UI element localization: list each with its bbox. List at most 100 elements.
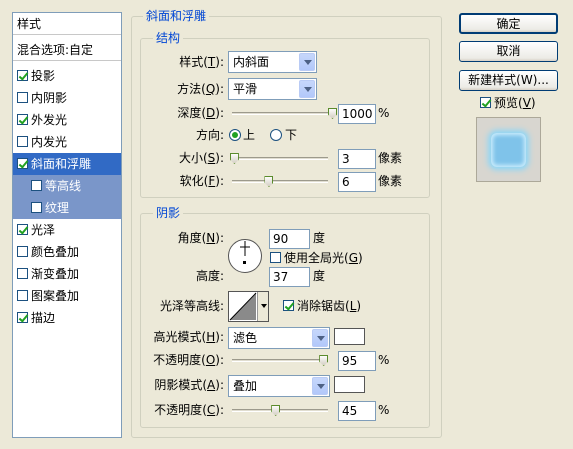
style-select[interactable]: 内斜面 [228,51,317,73]
style-list-item[interactable]: 等高线 [13,175,121,197]
technique-select[interactable]: 平滑 [228,78,317,100]
soften-slider-thumb[interactable] [264,176,274,187]
style-list-item[interactable]: 投影 [13,65,121,87]
style-list-item-label: 描边 [31,311,56,325]
global-light-checkbox[interactable]: 使用全局光(G) [270,251,363,265]
antialias-checkbox[interactable]: 消除锯齿(L) [283,299,361,313]
antialias-box[interactable] [283,300,294,311]
style-list-item[interactable]: 纹理 [13,197,121,219]
style-list-item-label: 图案叠加 [31,289,80,303]
style-checkbox[interactable] [17,268,28,279]
highlight-opacity-slider[interactable] [232,355,329,367]
style-checkbox[interactable] [17,246,28,257]
style-list-item-label: 纹理 [45,201,70,215]
style-list-item[interactable]: 描边 [13,307,121,329]
style-list-item[interactable]: 光泽 [13,219,121,241]
chevron-down-icon[interactable] [299,80,315,98]
style-list-item-label: 渐变叠加 [31,267,80,281]
blend-options-item[interactable]: 混合选项:自定 [13,39,121,61]
cancel-button[interactable]: 取消 [459,41,558,62]
gloss-contour-picker[interactable] [228,291,269,322]
structure-title: 结构 [153,31,184,45]
ok-button[interactable]: 确定 [459,13,558,34]
style-checkbox[interactable] [17,114,28,125]
highlight-mode-select[interactable]: 滤色 [228,327,330,349]
style-checkbox[interactable] [17,136,28,147]
depth-slider[interactable] [232,108,337,120]
soften-input[interactable]: 6 [338,172,376,192]
chevron-down-icon[interactable] [312,329,328,347]
depth-label: 深度(D): [177,106,224,120]
style-list-header[interactable]: 样式 [13,13,121,35]
style-checkbox[interactable] [17,224,28,235]
style-list-item[interactable]: 外发光 [13,109,121,131]
shadow-opacity-thumb[interactable] [271,405,281,416]
shadow-opacity-input[interactable]: 45 [338,401,376,421]
style-list: 样式 混合选项:自定 投影内阴影外发光内发光斜面和浮雕等高线纹理光泽颜色叠加渐变… [12,12,122,438]
shadow-opacity-unit: % [378,403,390,417]
style-list-item[interactable]: 内阴影 [13,87,121,109]
highlight-color-swatch[interactable] [334,328,365,345]
style-list-item[interactable]: 内发光 [13,131,121,153]
style-list-item[interactable]: 渐变叠加 [13,263,121,285]
preview-swatch [491,133,526,167]
style-checkbox[interactable] [31,202,42,213]
direction-up-label: 上 [243,128,256,142]
shadow-mode-label: 阴影模式(A): [154,378,224,392]
style-preview-thumbnail [476,117,541,182]
style-list-item-label: 斜面和浮雕 [31,157,92,171]
shadow-opacity-label: 不透明度(C): [154,403,224,417]
new-style-button[interactable]: 新建样式(W)... [459,70,558,91]
style-checkbox[interactable] [17,158,28,169]
contour-curve-icon [229,292,257,321]
style-list-item-label: 等高线 [45,179,82,193]
contour-dropdown-arrow[interactable] [257,292,268,321]
depth-unit: % [378,106,390,120]
style-checkbox[interactable] [17,290,28,301]
style-label: 样式(T): [179,55,224,69]
angle-input[interactable]: 90 [269,229,310,249]
gloss-contour-label: 光泽等高线: [159,299,224,313]
style-list-item-label: 内阴影 [31,91,68,105]
style-list-item-label: 内发光 [31,135,68,149]
style-list-item[interactable]: 图案叠加 [13,285,121,307]
altitude-input[interactable]: 37 [269,267,310,287]
shadow-color-swatch[interactable] [334,376,365,393]
size-label: 大小(S): [178,151,224,165]
angle-dial-icon [228,239,262,273]
size-slider-thumb[interactable] [229,153,239,164]
highlight-opacity-input[interactable]: 95 [338,351,376,371]
angle-dial[interactable] [227,238,263,274]
shadow-opacity-slider[interactable] [232,405,328,417]
style-checkbox[interactable] [17,312,28,323]
style-list-item-label: 颜色叠加 [31,245,80,259]
style-list-item-label: 投影 [31,69,56,83]
preview-checkbox[interactable]: 预览(V) [480,96,536,110]
preview-box[interactable] [480,97,491,108]
technique-label: 方法(Q): [177,82,224,96]
highlight-opacity-label: 不透明度(O): [153,353,224,367]
angle-unit: 度 [313,231,326,245]
bevel-emboss-title: 斜面和浮雕 [143,9,210,23]
size-input[interactable]: 3 [338,149,376,169]
highlight-mode-label: 高光模式(H): [153,330,224,344]
highlight-opacity-thumb[interactable] [319,355,329,366]
chevron-down-icon[interactable] [299,53,315,71]
chevron-down-icon[interactable] [312,377,328,395]
soften-slider[interactable] [232,176,328,188]
direction-down-label: 下 [285,128,298,142]
size-unit: 像素 [378,151,403,165]
style-checkbox[interactable] [17,92,28,103]
direction-down-radio[interactable] [270,129,282,141]
style-list-item[interactable]: 斜面和浮雕 [13,153,121,175]
style-checkbox[interactable] [17,70,28,81]
style-list-item-label: 外发光 [31,113,68,127]
style-list-item[interactable]: 颜色叠加 [13,241,121,263]
size-slider[interactable] [229,153,328,165]
depth-input[interactable]: 1000 [338,104,376,124]
global-light-box[interactable] [270,252,281,263]
style-checkbox[interactable] [31,180,42,191]
highlight-opacity-unit: % [378,353,390,367]
shadow-mode-select[interactable]: 叠加 [228,375,330,397]
direction-up-radio[interactable] [229,129,241,141]
